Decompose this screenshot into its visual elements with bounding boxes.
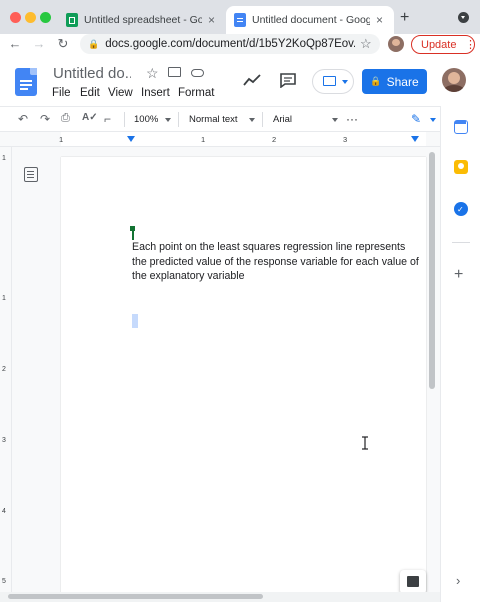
star-icon[interactable]: ☆	[146, 65, 159, 82]
ruler-number: 5	[2, 578, 6, 585]
chevron-down-icon	[430, 118, 436, 122]
explore-icon	[407, 576, 419, 587]
text-selection-highlight	[132, 314, 138, 328]
move-folder-icon[interactable]	[168, 67, 181, 77]
new-tab-button[interactable]: +	[400, 9, 409, 27]
cloud-saved-icon	[191, 69, 204, 77]
zoom-window-button[interactable]	[40, 12, 51, 23]
update-button[interactable]: Update ⋮	[411, 35, 476, 54]
collaborator-cursor	[130, 226, 135, 240]
sheets-icon	[66, 13, 78, 27]
style-select[interactable]: Normal text	[189, 114, 238, 125]
ruler-number: 4	[2, 508, 6, 515]
add-addon-icon[interactable]: +	[454, 266, 463, 284]
present-icon	[323, 76, 336, 86]
print-icon[interactable]: ⎙	[61, 112, 70, 125]
menu-insert[interactable]: Insert	[141, 87, 170, 99]
document-page[interactable]: Each point on the least squares regressi…	[61, 157, 426, 597]
menu-edit[interactable]: Edit	[80, 87, 100, 99]
document-outline-icon[interactable]	[24, 167, 38, 182]
editing-mode-pencil-icon[interactable]: ✎	[411, 112, 421, 126]
explore-button[interactable]	[400, 570, 426, 594]
scrollbar-thumb[interactable]	[8, 594, 263, 599]
side-panel: ✓ + ›	[440, 106, 480, 602]
comment-icon[interactable]	[280, 73, 296, 88]
docs-icon	[234, 13, 246, 27]
forward-arrow-icon[interactable]: →	[30, 36, 48, 51]
ruler-number: 2	[272, 135, 277, 144]
font-select[interactable]: Arial	[273, 114, 292, 125]
left-indent-marker[interactable]	[127, 136, 135, 142]
document-paragraph[interactable]: Each point on the least squares regressi…	[132, 240, 420, 284]
i-beam-cursor-icon	[362, 436, 368, 450]
chevron-down-icon	[165, 118, 171, 122]
reload-icon[interactable]: ↻	[54, 36, 72, 52]
keep-icon[interactable]	[454, 160, 468, 174]
close-tab-icon[interactable]: ×	[376, 13, 383, 27]
paint-format-icon[interactable]: ⌐	[104, 112, 111, 126]
docs-logo-icon[interactable]	[15, 68, 37, 96]
vertical-scrollbar[interactable]	[429, 152, 435, 389]
close-tab-icon[interactable]: ×	[208, 13, 215, 27]
url-text: docs.google.com/document/d/1b5Y2KoQp87Eo…	[105, 38, 356, 50]
share-label: Share	[386, 74, 419, 89]
tasks-icon[interactable]: ✓	[454, 202, 468, 216]
vertical-ruler: 1 1 2 3 4 5	[0, 147, 12, 592]
lock-icon: 🔒	[370, 76, 382, 86]
ruler-number: 3	[343, 135, 348, 144]
minimize-window-button[interactable]	[25, 12, 36, 23]
activity-trend-icon[interactable]	[243, 74, 261, 86]
ruler-number: 1	[2, 155, 6, 162]
ruler-number: 1	[2, 295, 6, 302]
horizontal-ruler: 1 1 2 3	[0, 132, 440, 147]
calendar-icon[interactable]	[454, 120, 468, 134]
tab-search-icon[interactable]	[458, 12, 469, 23]
back-arrow-icon[interactable]: ←	[6, 36, 24, 51]
close-window-button[interactable]	[10, 12, 21, 23]
share-button[interactable]: 🔒 Share	[362, 69, 427, 94]
menu-view[interactable]: View	[108, 87, 133, 99]
document-title[interactable]: Untitled do...	[53, 65, 131, 82]
tab-spreadsheet[interactable]: Untitled spreadsheet - Goog ×	[58, 6, 224, 34]
present-button[interactable]	[312, 69, 354, 94]
undo-icon[interactable]: ↶	[18, 112, 28, 126]
horizontal-scrollbar[interactable]	[0, 592, 440, 602]
zoom-select[interactable]: 100%	[134, 114, 158, 125]
ruler-number: 3	[2, 437, 6, 444]
address-bar[interactable]: 🔒 docs.google.com/document/d/1b5Y2KoQp87…	[80, 34, 380, 54]
chevron-down-icon	[332, 118, 338, 122]
menu-file[interactable]: File	[52, 87, 71, 99]
tab-title: Untitled document - Googl	[252, 14, 370, 26]
spellcheck-icon[interactable]: A✓	[82, 112, 98, 123]
update-label: Update	[421, 38, 457, 51]
document-canvas: 1 1 2 3 4 5 Each point on the least squa…	[0, 147, 440, 597]
ruler-number: 1	[201, 135, 206, 144]
lock-icon: 🔒	[88, 38, 100, 49]
tab-title: Untitled spreadsheet - Goog	[84, 14, 202, 26]
tab-document[interactable]: Untitled document - Googl ×	[226, 6, 394, 34]
formatting-toolbar: ↶ ↷ ⎙ A✓ ⌐ 100% Normal text Arial ··· ✎	[0, 106, 440, 132]
browser-tab-strip: Untitled spreadsheet - Goog × Untitled d…	[0, 0, 480, 34]
menu-format[interactable]: Format	[178, 87, 214, 99]
ruler-number: 2	[2, 366, 6, 373]
browser-toolbar: ← → ↻ 🔒 docs.google.com/document/d/1b5Y2…	[0, 34, 480, 56]
chevron-down-icon	[249, 118, 255, 122]
menu-dots-icon: ⋮	[465, 39, 476, 51]
chevron-down-icon	[342, 80, 348, 84]
bookmark-star-icon[interactable]: ☆	[360, 36, 372, 52]
ruler-number: 1	[59, 135, 64, 144]
redo-icon[interactable]: ↷	[40, 112, 50, 126]
profile-avatar[interactable]	[388, 36, 404, 52]
account-avatar[interactable]	[442, 68, 466, 92]
right-indent-marker[interactable]	[411, 136, 419, 142]
docs-header: Untitled do... ☆ File Edit View Insert F…	[0, 56, 480, 106]
chevron-right-icon[interactable]: ›	[456, 573, 460, 588]
more-options-icon[interactable]: ···	[346, 112, 358, 126]
